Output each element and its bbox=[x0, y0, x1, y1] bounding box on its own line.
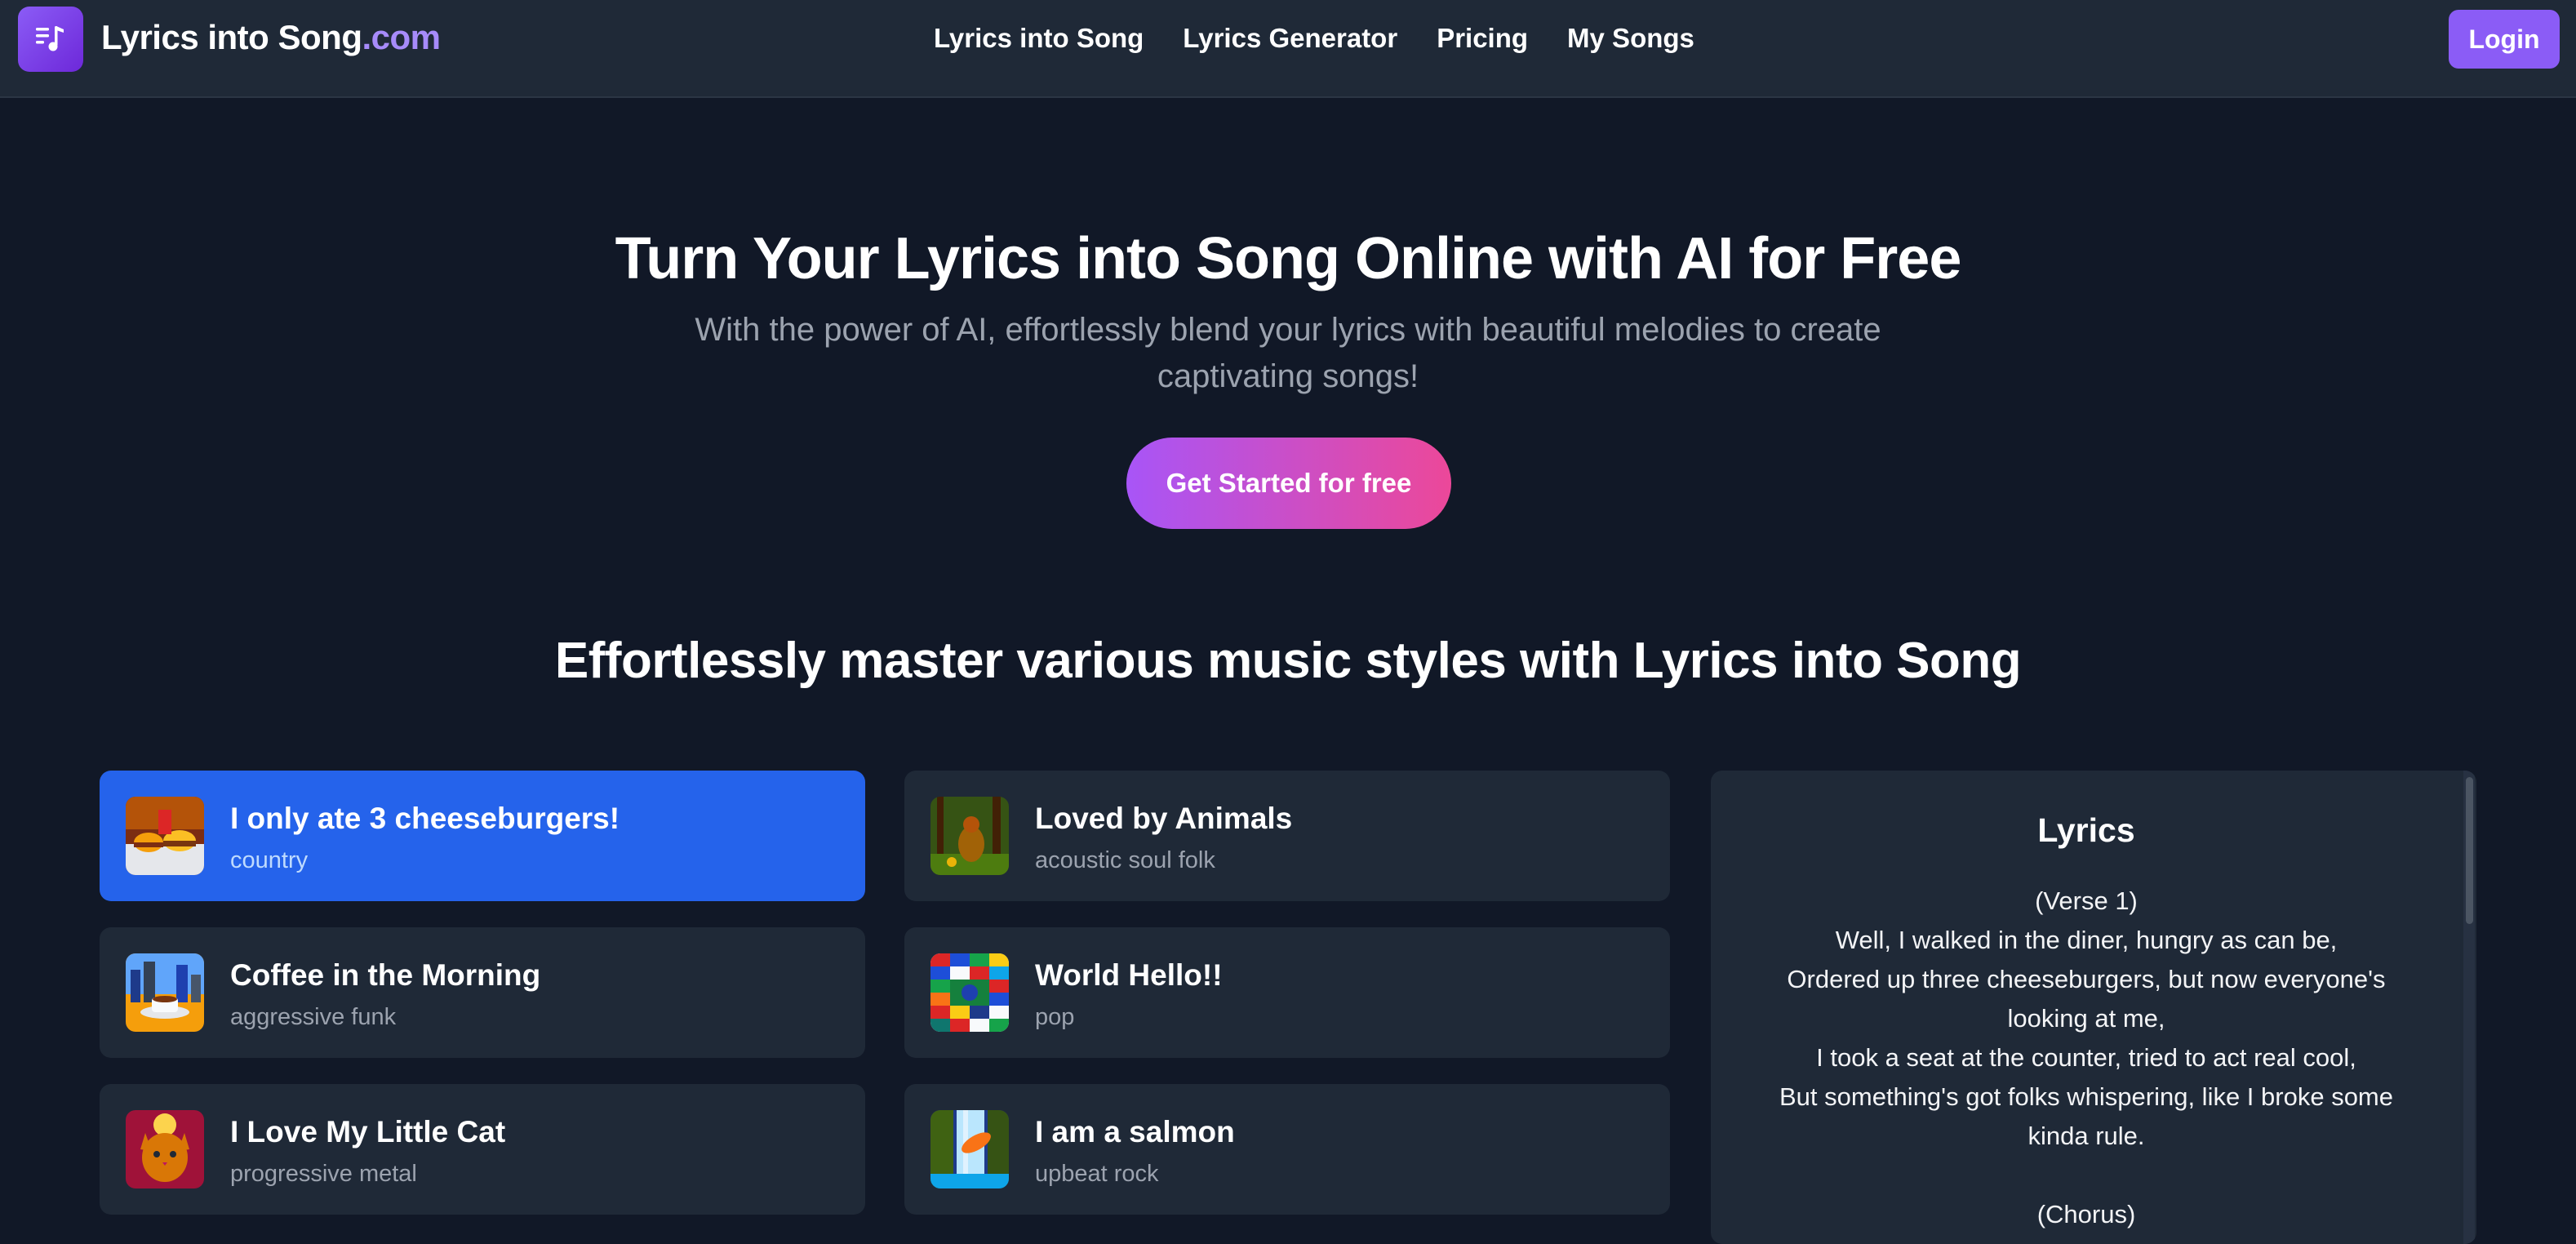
song-style: upbeat rock bbox=[1035, 1161, 1159, 1187]
song-style: aggressive funk bbox=[230, 1004, 397, 1030]
main-nav: Lyrics into Song Lyrics Generator Pricin… bbox=[934, 23, 1694, 54]
brand-name-tld: .com bbox=[362, 18, 441, 56]
song-card-cheeseburgers[interactable]: I only ate 3 cheeseburgers! country bbox=[100, 771, 865, 901]
song-title: I only ate 3 cheeseburgers! bbox=[230, 802, 620, 835]
song-style: country bbox=[230, 847, 309, 873]
lyrics-scrollbar-thumb[interactable] bbox=[2466, 777, 2473, 924]
section-title: Effortlessly master various music styles… bbox=[554, 633, 2022, 689]
lyrics-text: (Verse 1) Well, I walked in the diner, h… bbox=[1779, 886, 2393, 1228]
song-card-animals[interactable]: Loved by Animals acoustic soul folk bbox=[904, 771, 1670, 901]
song-thumbnail-forest bbox=[930, 797, 1009, 875]
song-card-coffee[interactable]: Coffee in the Morning aggressive funk bbox=[100, 927, 865, 1058]
brand-name-main: Lyrics into Song bbox=[101, 18, 362, 56]
nav-lyrics-generator[interactable]: Lyrics Generator bbox=[1183, 23, 1397, 54]
music-note-list-icon bbox=[36, 26, 64, 51]
nav-lyrics-into-song[interactable]: Lyrics into Song bbox=[934, 23, 1144, 54]
song-thumbnail-flags bbox=[930, 953, 1009, 1032]
get-started-button[interactable]: Get Started for free bbox=[1126, 438, 1451, 529]
song-thumbnail-coffee bbox=[126, 953, 204, 1032]
lyrics-heading: Lyrics bbox=[2037, 811, 2135, 849]
login-button[interactable]: Login bbox=[2449, 10, 2560, 69]
song-thumbnail-salmon bbox=[930, 1110, 1009, 1188]
hero-title: Turn Your Lyrics into Song Online with A… bbox=[615, 226, 1962, 291]
song-style: acoustic soul folk bbox=[1035, 847, 1215, 873]
song-card-cat[interactable]: I Love My Little Cat progressive metal bbox=[100, 1084, 865, 1215]
song-style: progressive metal bbox=[230, 1161, 417, 1187]
lyrics-panel[interactable]: Lyrics (Verse 1) Well, I walked in the d… bbox=[1711, 771, 2476, 1244]
song-title: I am a salmon bbox=[1035, 1115, 1235, 1148]
song-title: Coffee in the Morning bbox=[230, 958, 541, 992]
hero-subtitle: With the power of AI, effortlessly blend… bbox=[695, 312, 1881, 394]
song-title: World Hello!! bbox=[1035, 958, 1223, 992]
nav-pricing[interactable]: Pricing bbox=[1437, 23, 1528, 54]
top-navbar: Lyrics into Song.com Lyrics into Song Ly… bbox=[0, 0, 2576, 98]
song-title: I Love My Little Cat bbox=[230, 1115, 506, 1148]
song-card-world-hello[interactable]: World Hello!! pop bbox=[904, 927, 1670, 1058]
song-title: Loved by Animals bbox=[1035, 802, 1293, 835]
logo-icon[interactable] bbox=[18, 7, 83, 72]
nav-my-songs[interactable]: My Songs bbox=[1567, 23, 1694, 54]
song-thumbnail-cat bbox=[126, 1110, 204, 1188]
brand-name[interactable]: Lyrics into Song.com bbox=[101, 18, 441, 57]
song-thumbnail-diner bbox=[126, 797, 204, 875]
song-card-salmon[interactable]: I am a salmon upbeat rock bbox=[904, 1084, 1670, 1215]
song-style: pop bbox=[1035, 1004, 1075, 1030]
